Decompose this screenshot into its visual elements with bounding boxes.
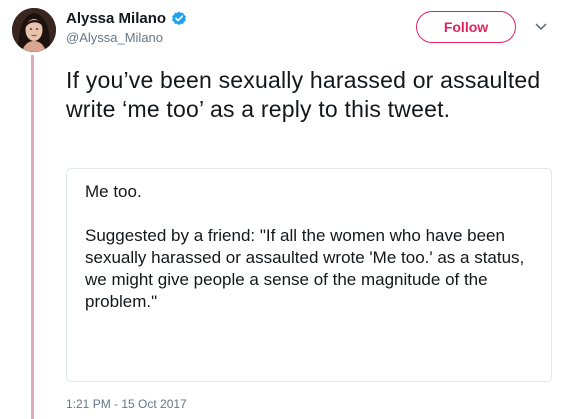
- verified-badge-icon: [171, 11, 187, 27]
- display-name[interactable]: Alyssa Milano: [66, 10, 166, 27]
- tweet-timestamp[interactable]: 1:21 PM - 15 Oct 2017: [66, 397, 187, 411]
- tweet-text: If you’ve been sexually harassed or assa…: [66, 67, 541, 122]
- quote-card[interactable]: Me too. Suggested by a friend: "If all t…: [66, 168, 552, 382]
- name-row: Alyssa Milano: [66, 10, 187, 27]
- chevron-down-icon[interactable]: [534, 20, 548, 34]
- quote-body: Suggested by a friend: "If all the women…: [85, 226, 525, 311]
- quote-first-line: Me too.: [85, 182, 142, 201]
- user-handle[interactable]: @Alyssa_Milano: [66, 30, 187, 45]
- follow-button[interactable]: Follow: [416, 11, 516, 43]
- thread-line: [31, 55, 34, 419]
- profile-photo-icon: [12, 8, 56, 52]
- avatar[interactable]: [12, 8, 56, 52]
- tweet-header: Alyssa Milano @Alyssa_Milano: [66, 10, 187, 45]
